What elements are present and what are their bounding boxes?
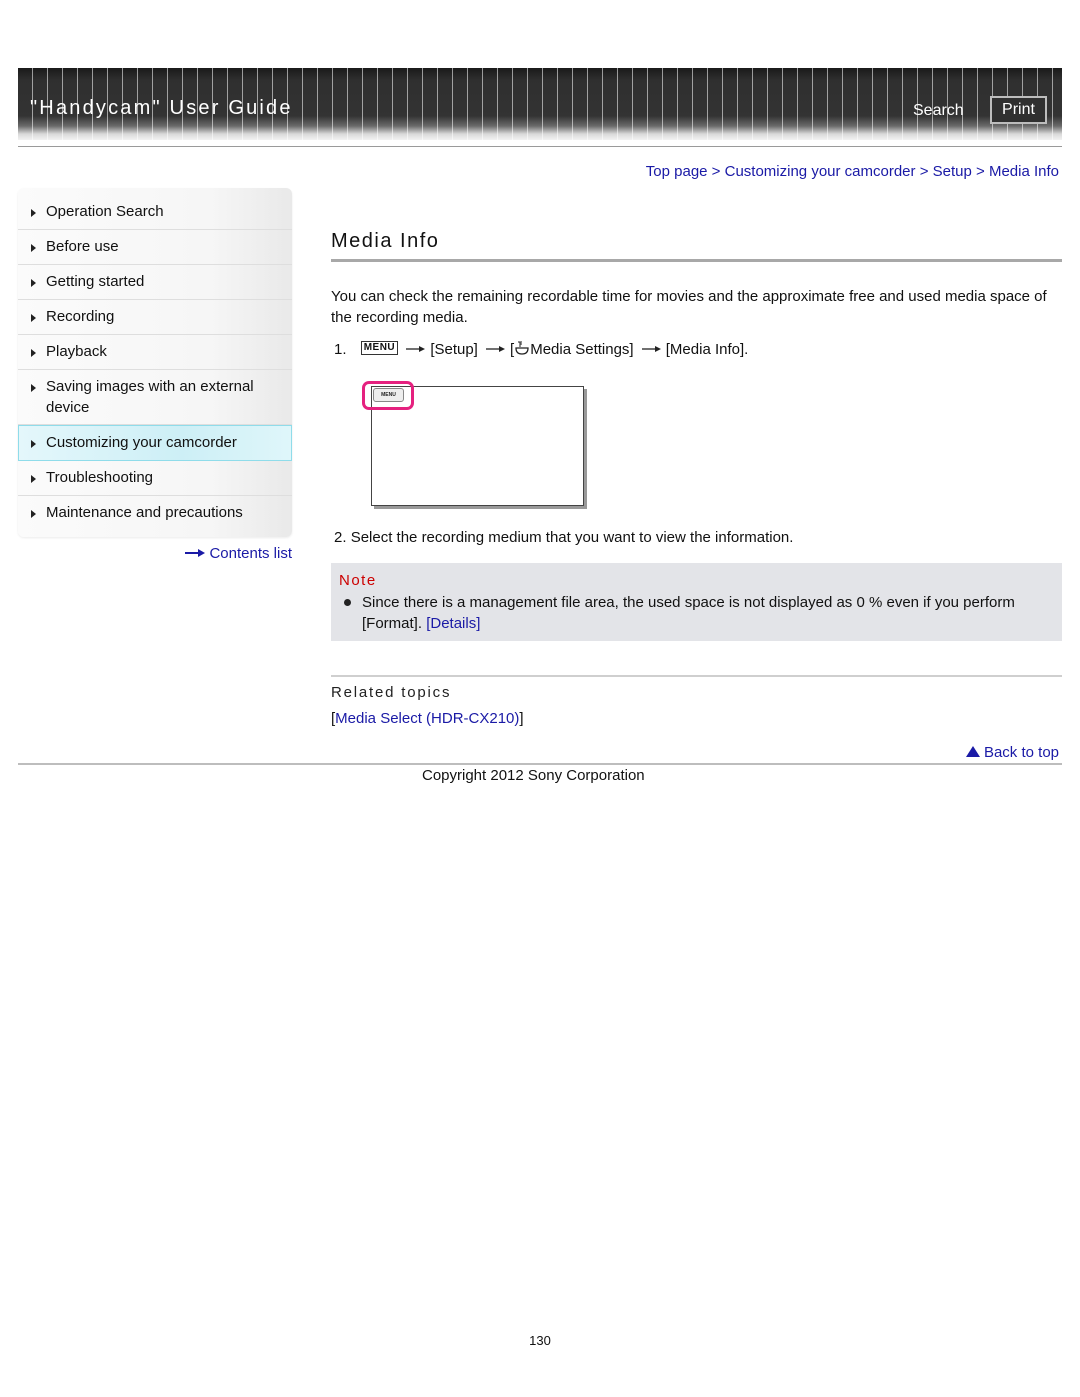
caret-right-icon: [31, 475, 36, 483]
caret-right-icon: [31, 440, 36, 448]
sidebar-item-label: Customizing your camcorder: [46, 434, 237, 451]
caret-right-icon: [31, 244, 36, 252]
print-button[interactable]: Print: [990, 96, 1047, 124]
caret-right-icon: [31, 510, 36, 518]
title-divider: [331, 259, 1062, 262]
breadcrumb-top-page[interactable]: Top page: [646, 163, 708, 180]
contents-list-label: Contents list: [209, 545, 292, 562]
bracket-close: ]: [519, 710, 524, 727]
sidebar-item-playback[interactable]: Playback: [18, 335, 292, 370]
sidebar-item-saving-images[interactable]: Saving images with an external device: [18, 370, 292, 425]
sidebar-item-troubleshooting[interactable]: Troubleshooting: [18, 461, 292, 496]
triangle-up-icon: [965, 746, 980, 757]
media-settings-icon: [515, 341, 529, 355]
sidebar-nav: Operation Search Before use Getting star…: [18, 188, 292, 537]
step-number: 2.: [334, 529, 347, 546]
arrow-right-icon: [641, 346, 661, 353]
intro-text: You can check the remaining recordable t…: [331, 288, 1047, 326]
sidebar-item-label: Maintenance and precautions: [46, 504, 243, 521]
note-box: Note Since there is a management file ar…: [331, 563, 1062, 641]
step-media-settings: Media Settings]: [530, 341, 634, 358]
breadcrumb-setup[interactable]: Setup: [933, 163, 972, 180]
sidebar-item-before-use[interactable]: Before use: [18, 230, 292, 265]
media-select-link[interactable]: Media Select (HDR-CX210): [335, 710, 519, 727]
back-to-top-label: Back to top: [983, 744, 1059, 761]
sidebar-item-label: Before use: [46, 238, 119, 255]
breadcrumb-separator: >: [971, 163, 989, 180]
page-number: 130: [529, 1333, 551, 1348]
sidebar-item-maintenance[interactable]: Maintenance and precautions: [18, 496, 292, 531]
note-title: Note: [339, 572, 377, 589]
related-topic-item: [Media Select (HDR-CX210)]: [331, 710, 524, 728]
caret-right-icon: [31, 314, 36, 322]
app-title: "Handycam" User Guide: [30, 97, 293, 119]
sidebar-item-getting-started[interactable]: Getting started: [18, 265, 292, 300]
step-1: 1. MENU [Setup] [Media Settings] [Media …: [334, 339, 748, 360]
breadcrumb-customizing[interactable]: Customizing your camcorder: [725, 163, 916, 180]
caret-right-icon: [31, 349, 36, 357]
sidebar-item-label: Playback: [46, 343, 107, 360]
note-text: Since there is a management file area, t…: [362, 592, 1057, 634]
sidebar-item-label: Operation Search: [46, 203, 164, 220]
sidebar-item-label: Getting started: [46, 273, 145, 290]
step-number: 1.: [334, 341, 347, 358]
bullet-icon: [344, 599, 351, 606]
sidebar-item-recording[interactable]: Recording: [18, 300, 292, 335]
copyright: Copyright 2012 Sony Corporation: [422, 767, 645, 784]
arrow-right-icon: [406, 346, 426, 353]
sidebar-item-label: Recording: [46, 308, 115, 325]
caret-right-icon: [31, 209, 36, 217]
menu-key-icon: MENU: [360, 341, 399, 355]
page-title: Media Info: [331, 230, 440, 252]
back-to-top-link[interactable]: Back to top: [965, 744, 1059, 762]
arrow-right-icon: [185, 549, 206, 558]
step-text: Select the recording medium that you wan…: [350, 529, 794, 546]
breadcrumb-media-info[interactable]: Media Info: [989, 163, 1059, 180]
breadcrumb: Top page > Customizing your camcorder > …: [646, 163, 1059, 181]
sidebar-item-label: Saving images with an external device: [46, 378, 254, 416]
step-media-info: [Media Info].: [665, 341, 749, 358]
related-divider: [331, 675, 1062, 677]
details-link[interactable]: [Details]: [426, 615, 480, 632]
screen-menu-button[interactable]: MENU: [373, 388, 404, 402]
footer-divider: [18, 763, 1062, 765]
breadcrumb-separator: >: [707, 163, 725, 180]
breadcrumb-separator: >: [915, 163, 933, 180]
caret-right-icon: [31, 384, 36, 392]
step-2: 2. Select the recording medium that you …: [334, 527, 793, 548]
sidebar-item-customizing[interactable]: Customizing your camcorder: [18, 425, 292, 461]
step-setup: [Setup]: [430, 341, 478, 358]
contents-list-link[interactable]: Contents list: [185, 545, 292, 563]
sidebar-item-operation-search[interactable]: Operation Search: [18, 194, 292, 230]
caret-right-icon: [31, 279, 36, 287]
header-divider: [18, 146, 1062, 147]
sidebar-item-label: Troubleshooting: [46, 469, 154, 486]
related-topics-title: Related topics: [331, 684, 452, 701]
arrow-right-icon: [486, 346, 506, 353]
search-link[interactable]: Search: [913, 101, 964, 121]
